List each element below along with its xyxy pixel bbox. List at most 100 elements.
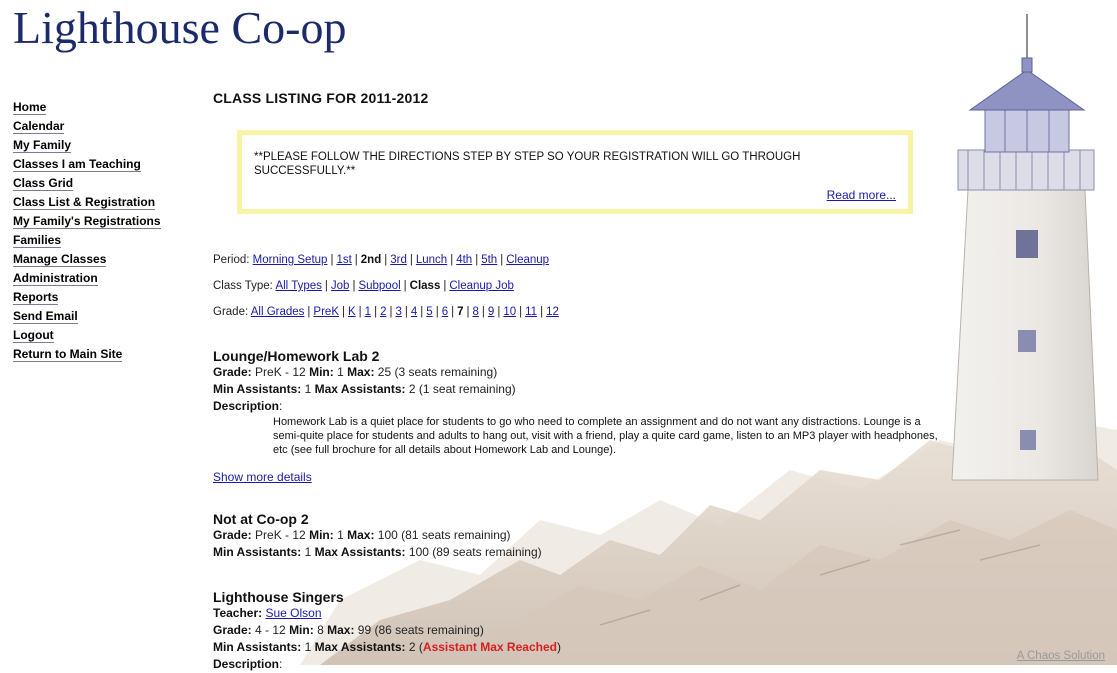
grade-option-9[interactable]: 9 (488, 306, 494, 318)
nav-link-reports[interactable]: Reports (13, 290, 59, 305)
max-assistants-prefix: 2 ( (408, 640, 423, 654)
grade-option-4[interactable]: 4 (411, 306, 417, 318)
description-label: Description (213, 399, 280, 413)
nav-link-calendar[interactable]: Calendar (13, 119, 65, 134)
main-content: CLASS LISTING FOR 2011-2012 **PLEASE FOL… (213, 88, 953, 671)
max-value: 99 (86 seats remaining) (357, 623, 484, 637)
period-option-4th[interactable]: 4th (456, 254, 472, 266)
grade-value: PreK - 12 (255, 528, 306, 542)
max-assistants-value: 100 (89 seats remaining) (408, 545, 542, 559)
grade-option-7-selected: 7 (457, 306, 464, 318)
grade-filter-label: Grade: (213, 306, 249, 318)
class-teacher-row: Teacher: Sue Olson (213, 605, 953, 622)
class-type-option-subpool[interactable]: Subpool (358, 280, 400, 292)
min-value: 1 (337, 365, 344, 379)
class-assistants-row: Min Assistants: 1 Max Assistants: 2 (Ass… (213, 639, 953, 656)
grade-option-3[interactable]: 3 (395, 306, 401, 318)
grade-value: 4 - 12 (255, 623, 286, 637)
teacher-link[interactable]: Sue Olson (265, 606, 321, 620)
grade-option-k[interactable]: K (348, 306, 356, 318)
max-assistants-value: 2 (1 seat remaining) (408, 382, 516, 396)
page-heading: CLASS LISTING FOR 2011-2012 (213, 90, 429, 106)
class-description-text: Homework Lab is a quiet place for studen… (273, 416, 938, 456)
nav-link-return-main-site[interactable]: Return to Main Site (13, 347, 123, 362)
nav-link-my-family-registrations[interactable]: My Family's Registrations (13, 214, 161, 229)
nav-link-home[interactable]: Home (13, 100, 47, 115)
grade-filter: Grade: All Grades | PreK | K | 1 | 2 | 3 | 4 | 5 | 6 | 7 | 8… (213, 306, 559, 318)
nav-link-class-grid[interactable]: Class Grid (13, 176, 74, 191)
grade-option-all[interactable]: All Grades (251, 306, 305, 318)
nav-link-administration[interactable]: Administration (13, 271, 98, 286)
max-label: Max: (347, 365, 375, 379)
period-filter-label: Period: (213, 254, 250, 266)
class-listing-item: Not at Co-op 2 Grade: PreK - 12 Min: 1 M… (213, 511, 953, 561)
grade-label: Grade: (213, 365, 252, 379)
grade-option-2[interactable]: 2 (380, 306, 386, 318)
site-title: Lighthouse Co-op (13, 2, 347, 53)
nav-link-send-email[interactable]: Send Email (13, 309, 78, 324)
class-title: Not at Co-op 2 (213, 511, 309, 527)
class-grade-row: Grade: PreK - 12 Min: 1 Max: 25 (3 seats… (213, 364, 953, 381)
period-option-5th[interactable]: 5th (481, 254, 497, 266)
min-assistants-value: 1 (304, 545, 312, 559)
read-more-link[interactable]: Read more... (827, 188, 896, 202)
assistant-max-reached-status: Assistant Max Reached (422, 640, 557, 654)
show-more-details-link[interactable]: Show more details (213, 470, 312, 484)
period-option-3rd[interactable]: 3rd (390, 254, 407, 266)
grade-option-12[interactable]: 12 (546, 306, 559, 318)
class-title: Lounge/Homework Lab 2 (213, 348, 380, 364)
class-description-row: Description: (213, 399, 283, 413)
min-label: Min: (289, 623, 314, 637)
period-option-cleanup[interactable]: Cleanup (506, 254, 549, 266)
registration-notice: **PLEASE FOLLOW THE DIRECTIONS STEP BY S… (237, 130, 913, 214)
nav-link-my-family[interactable]: My Family (13, 138, 72, 153)
footer-credit: A Chaos Solution (1017, 650, 1105, 662)
class-listing-item: Lounge/Homework Lab 2 Grade: PreK - 12 M… (213, 348, 953, 486)
grade-option-6[interactable]: 6 (442, 306, 448, 318)
min-assistants-label: Min Assistants: (213, 382, 302, 396)
grade-label: Grade: (213, 623, 252, 637)
min-value: 8 (317, 623, 324, 637)
grade-value: PreK - 12 (255, 365, 306, 379)
min-label: Min: (309, 365, 334, 379)
period-option-lunch[interactable]: Lunch (416, 254, 447, 266)
max-assistants-label: Max Assistants: (314, 640, 406, 654)
min-value: 1 (337, 528, 344, 542)
grade-option-5[interactable]: 5 (426, 306, 432, 318)
notice-text: **PLEASE FOLLOW THE DIRECTIONS STEP BY S… (254, 151, 801, 177)
grade-option-11[interactable]: 11 (525, 306, 537, 318)
period-option-morning-setup[interactable]: Morning Setup (253, 254, 328, 266)
class-type-option-cleanup-job[interactable]: Cleanup Job (449, 280, 514, 292)
grade-option-prek[interactable]: PreK (313, 306, 339, 318)
period-option-2nd-selected: 2nd (360, 254, 382, 266)
min-assistants-label: Min Assistants: (213, 545, 302, 559)
max-label: Max: (347, 528, 375, 542)
class-grade-row: Grade: PreK - 12 Min: 1 Max: 100 (81 sea… (213, 527, 953, 544)
grade-label: Grade: (213, 528, 252, 542)
class-assistants-row: Min Assistants: 1 Max Assistants: 100 (8… (213, 544, 953, 561)
min-assistants-value: 1 (304, 640, 312, 654)
min-assistants-value: 1 (304, 382, 312, 396)
max-assistants-label: Max Assistants: (314, 382, 406, 396)
grade-option-8[interactable]: 8 (473, 306, 479, 318)
grade-option-10[interactable]: 10 (503, 306, 516, 318)
class-type-filter-label: Class Type: (213, 280, 273, 292)
teacher-label: Teacher: (213, 606, 263, 620)
class-type-option-all[interactable]: All Types (275, 280, 321, 292)
max-assistants-label: Max Assistants: (314, 545, 406, 559)
class-title: Lighthouse Singers (213, 589, 344, 605)
credit-link[interactable]: A Chaos Solution (1017, 650, 1105, 662)
grade-option-1[interactable]: 1 (365, 306, 371, 318)
period-option-1st[interactable]: 1st (336, 254, 351, 266)
class-type-option-class-selected: Class (409, 280, 441, 292)
nav-link-logout[interactable]: Logout (13, 328, 54, 343)
nav-link-class-list-registration[interactable]: Class List & Registration (13, 195, 156, 210)
nav-link-families[interactable]: Families (13, 233, 62, 248)
nav-link-manage-classes[interactable]: Manage Classes (13, 252, 107, 267)
min-assistants-label: Min Assistants: (213, 640, 302, 654)
nav-link-classes-teaching[interactable]: Classes I am Teaching (13, 157, 141, 172)
max-value: 25 (3 seats remaining) (377, 365, 498, 379)
class-type-option-job[interactable]: Job (331, 280, 350, 292)
max-label: Max: (327, 623, 355, 637)
min-label: Min: (309, 528, 334, 542)
